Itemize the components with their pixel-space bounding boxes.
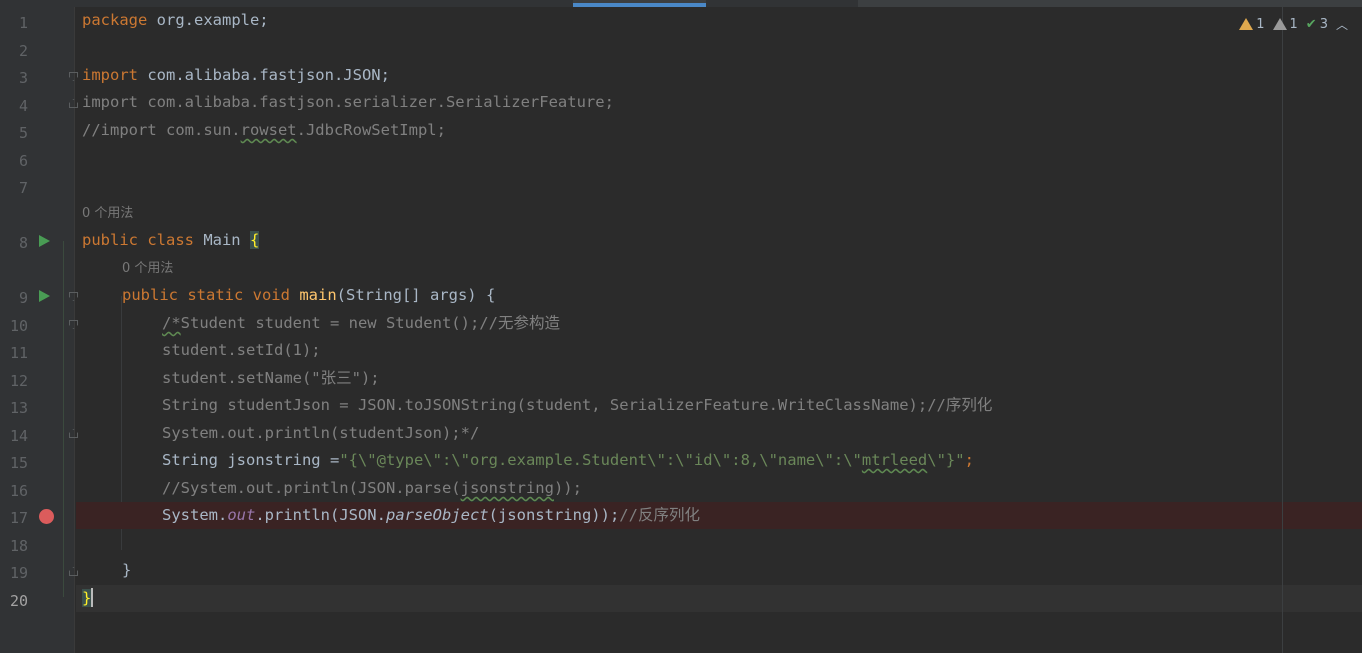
matched-brace: } bbox=[82, 589, 92, 607]
typos-indicator[interactable]: ✔ 3 bbox=[1306, 17, 1328, 32]
semicolon: ; bbox=[964, 451, 974, 469]
comment-text: //System.out.println(JSON.parse( bbox=[162, 479, 461, 497]
usage-hint[interactable]: 0 个用法 bbox=[82, 205, 133, 223]
code-line[interactable]: public static void main(String[] args) { bbox=[76, 282, 1362, 309]
class-name: Main bbox=[193, 231, 250, 249]
code-line[interactable]: String studentJson = JSON.toJSONString(s… bbox=[76, 392, 1362, 419]
line-number: 6 bbox=[18, 152, 28, 170]
typo-highlight: /* bbox=[162, 314, 181, 332]
code-editor[interactable]: package org.example; import com.alibaba.… bbox=[63, 7, 1362, 653]
comment-text: )); bbox=[553, 479, 582, 497]
editor-tab-strip bbox=[0, 0, 1362, 7]
method-name: main bbox=[299, 286, 337, 304]
usage-hint[interactable]: 0 个用法 bbox=[122, 260, 173, 278]
typo-check-icon: ✔ bbox=[1305, 16, 1317, 32]
line-number: 13 bbox=[9, 399, 28, 417]
typo-highlight: mtrleed bbox=[861, 451, 928, 469]
code-line[interactable]: student.setId(1); bbox=[76, 337, 1362, 364]
line-number: 10 bbox=[9, 317, 28, 335]
comment-text: //反序列化 bbox=[619, 506, 700, 524]
comment-text: String studentJson = JSON.toJSONString(s… bbox=[162, 396, 993, 414]
line-number: 9 bbox=[18, 289, 28, 307]
code-text: (jsonstring)); bbox=[488, 506, 620, 524]
keyword: package bbox=[82, 11, 148, 29]
run-class-icon[interactable] bbox=[39, 235, 50, 247]
comment-text: System.out.println(studentJson);*/ bbox=[162, 424, 480, 442]
warning-icon bbox=[1239, 18, 1254, 30]
line-number: 19 bbox=[9, 564, 28, 582]
weak-warnings-indicator[interactable]: 1 bbox=[1272, 16, 1298, 32]
line-number: 17 bbox=[9, 509, 28, 527]
string-literal: "{\"@type\":\"org.example.Student\":\"id… bbox=[339, 451, 862, 469]
code-line[interactable]: //System.out.println(JSON.parse(jsonstri… bbox=[76, 475, 1362, 502]
current-line[interactable]: } bbox=[76, 585, 1362, 612]
line-number: 1 bbox=[18, 14, 28, 32]
typo-highlight: rowset bbox=[240, 121, 297, 139]
text-cursor bbox=[91, 588, 94, 607]
static-method: parseObject bbox=[385, 506, 489, 524]
tab-strip-segment bbox=[0, 0, 573, 7]
breakpoint-icon[interactable] bbox=[39, 509, 54, 524]
line-number: 8 bbox=[18, 234, 28, 252]
closing-brace: } bbox=[122, 561, 132, 579]
code-text: String jsonstring = bbox=[162, 451, 340, 469]
right-margin-guide bbox=[1282, 7, 1283, 653]
matched-brace: { bbox=[249, 231, 260, 249]
code-line[interactable]: import com.alibaba.fastjson.JSON; bbox=[76, 62, 1362, 89]
chevron-up-icon[interactable]: ︿ bbox=[1336, 16, 1348, 33]
code-line[interactable]: /*Student student = new Student();//无参构造 bbox=[76, 310, 1362, 337]
code-line[interactable]: student.setName("张三"); bbox=[76, 365, 1362, 392]
code-line[interactable]: //import com.sun.rowset.JdbcRowSetImpl; bbox=[76, 117, 1362, 144]
weak-warnings-count: 1 bbox=[1289, 16, 1298, 32]
line-number: 3 bbox=[18, 69, 28, 87]
code-text: com.alibaba.fastjson.JSON; bbox=[138, 66, 390, 84]
comment-text: .JdbcRowSetImpl; bbox=[296, 121, 446, 139]
line-number-current: 20 bbox=[9, 592, 28, 610]
code-text: System. bbox=[162, 506, 228, 524]
comment-text: //import com.sun. bbox=[82, 121, 241, 139]
line-number: 7 bbox=[18, 179, 28, 197]
code-text: (String[] args) { bbox=[336, 286, 496, 304]
typos-count: 3 bbox=[1319, 16, 1328, 32]
comment-text: student.setName("张三"); bbox=[162, 369, 380, 387]
tab-strip-segment bbox=[706, 0, 858, 7]
code-line[interactable]: String jsonstring ="{\"@type\":\"org.exa… bbox=[76, 447, 1362, 474]
code-line[interactable]: public class Main { bbox=[76, 227, 1362, 254]
keyword: public static void bbox=[122, 286, 290, 304]
scope-guide bbox=[63, 241, 64, 597]
line-number: 16 bbox=[9, 482, 28, 500]
comment-text: Student student = new Student();//无参构造 bbox=[180, 314, 560, 332]
keyword: import bbox=[82, 66, 138, 84]
inspections-widget[interactable]: 1 1 ✔ 3 ︿ bbox=[1239, 12, 1348, 36]
line-number: 18 bbox=[9, 537, 28, 555]
run-main-icon[interactable] bbox=[39, 290, 50, 302]
keyword: public class bbox=[82, 231, 194, 249]
weak-warning-icon bbox=[1272, 18, 1287, 30]
line-number: 11 bbox=[9, 344, 28, 362]
line-number: 5 bbox=[18, 124, 28, 142]
warnings-count: 1 bbox=[1256, 16, 1265, 32]
line-number: 15 bbox=[9, 454, 28, 472]
line-number: 14 bbox=[9, 427, 28, 445]
typo-highlight: jsonstring bbox=[460, 479, 554, 497]
comment-text: student.setId(1); bbox=[162, 341, 321, 359]
code-line[interactable]: package org.example; bbox=[76, 7, 1362, 34]
line-number: 12 bbox=[9, 372, 28, 390]
code-line[interactable]: import com.alibaba.fastjson.serializer.S… bbox=[76, 89, 1362, 116]
code-text: .println(JSON. bbox=[255, 506, 386, 524]
unused-import-text: import com.alibaba.fastjson.serializer.S… bbox=[82, 93, 614, 111]
code-line[interactable]: System.out.println(studentJson);*/ bbox=[76, 420, 1362, 447]
breakpoint-line[interactable]: System.out.println(JSON.parseObject(json… bbox=[76, 502, 1362, 529]
line-number: 2 bbox=[18, 42, 28, 60]
string-literal: \"}" bbox=[927, 451, 965, 469]
static-field: out bbox=[227, 506, 256, 524]
code-text: org.example; bbox=[147, 11, 269, 29]
warnings-indicator[interactable]: 1 bbox=[1239, 16, 1265, 32]
line-number: 4 bbox=[18, 97, 28, 115]
code-line[interactable]: } bbox=[76, 557, 1362, 584]
